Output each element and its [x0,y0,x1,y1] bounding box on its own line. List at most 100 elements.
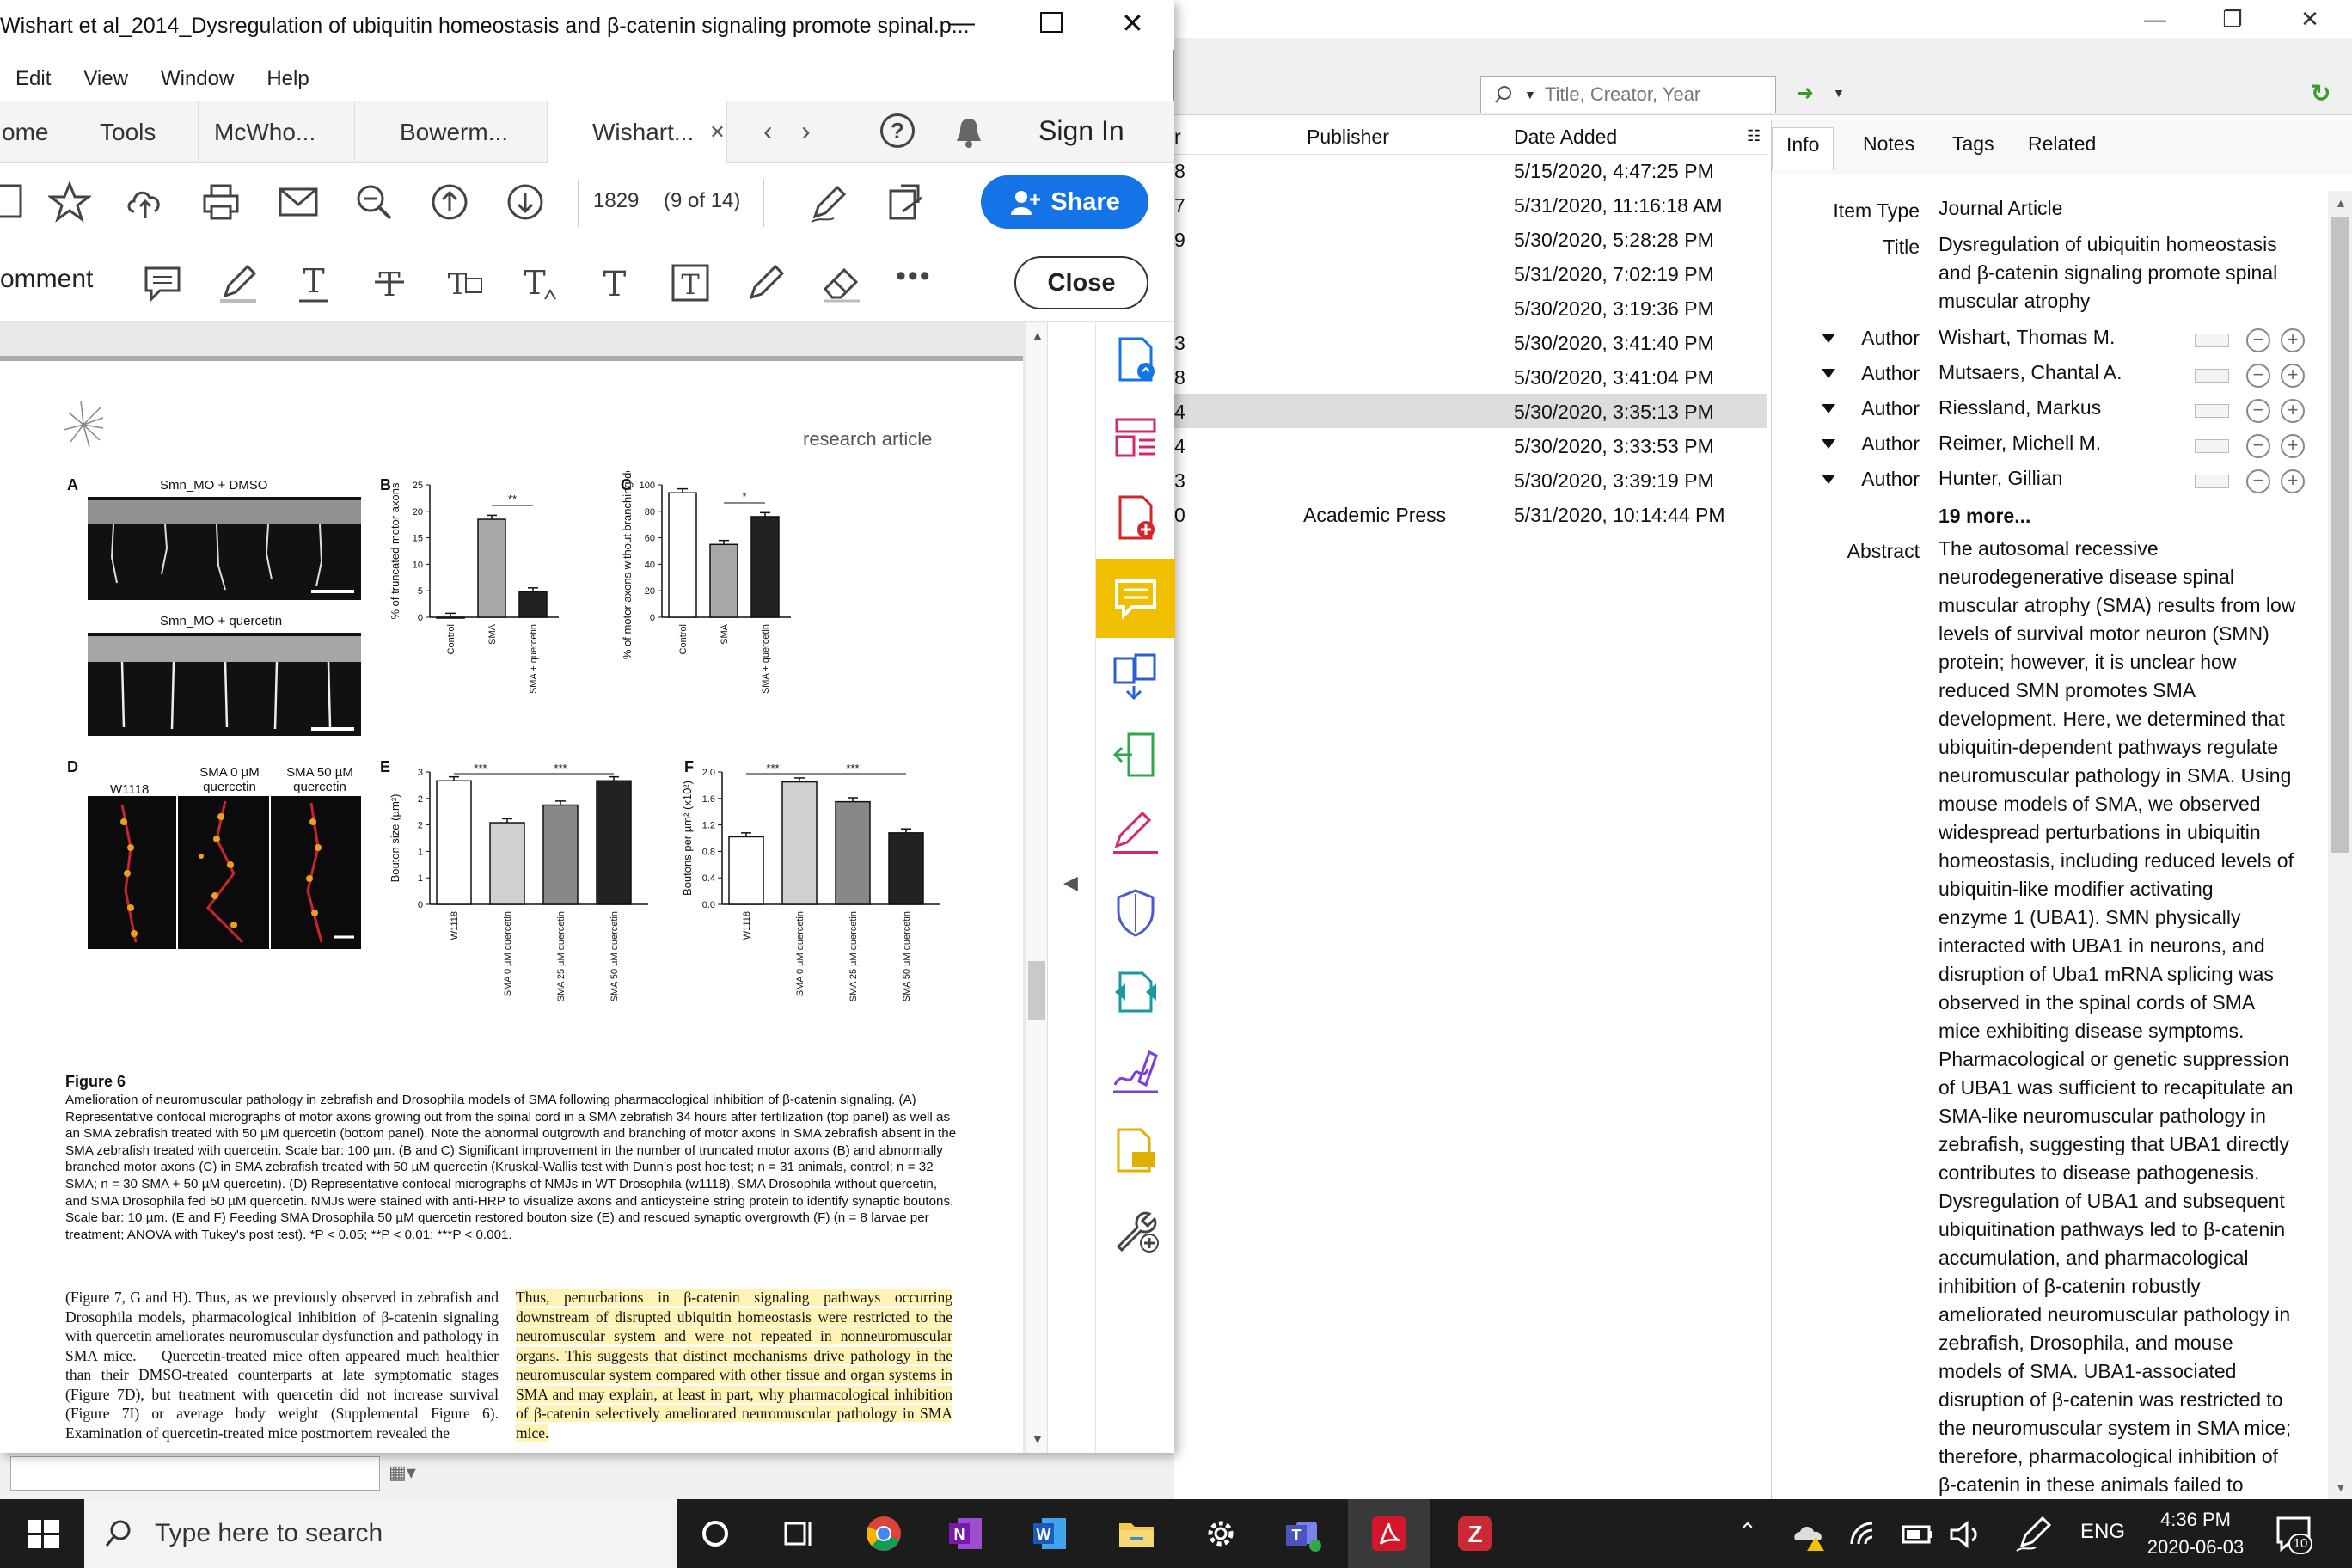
text-box-icon[interactable]: T [669,261,712,304]
scroll-down-icon[interactable]: ▼ [1032,1432,1044,1446]
author-name[interactable]: Mutsaers, Chantal A. [1939,358,2122,387]
field-mode-toggle-icon[interactable] [2195,369,2229,383]
item-type-value[interactable]: Journal Article [1939,194,2062,223]
column-picker-icon[interactable]: ☷ [1747,127,1761,145]
taskbar-search-box[interactable]: Type here to search [84,1499,677,1568]
menu-view[interactable]: View [83,67,128,90]
volume-icon[interactable] [1945,1513,1986,1554]
eraser-icon[interactable] [820,261,863,304]
item-row[interactable]: 0 Academic Press 5/31/2020, 10:14:44 PM [1174,497,1767,531]
comment-tool-active[interactable] [1096,559,1175,638]
teams-icon[interactable]: T [1283,1513,1324,1554]
creator-type-chevron-icon[interactable] [1822,475,1835,484]
show-hidden-icons-chevron[interactable]: ⌃ [1738,1518,1757,1545]
minimize-button[interactable]: — [2116,0,2194,38]
menu-help[interactable]: Help [266,67,309,90]
author-label[interactable]: Author [1841,397,1920,420]
sync-icon[interactable]: ↻ [2311,79,2331,107]
remove-author-icon[interactable]: − [2246,399,2270,423]
page-icon[interactable] [0,181,34,224]
tab-tools[interactable]: Tools [100,101,194,163]
search-input[interactable]: ▼ Title, Creator, Year [1480,76,1776,113]
author-label[interactable]: Author [1841,327,1920,350]
underline-text-icon[interactable]: T [292,261,335,304]
item-row[interactable]: 4 5/30/2020, 3:33:53 PM [1174,428,1767,462]
author-name[interactable]: Reimer, Michell M. [1939,429,2101,457]
item-row[interactable]: 5/30/2020, 3:19:36 PM [1174,291,1767,325]
item-row[interactable]: 8 5/15/2020, 4:47:25 PM [1174,153,1767,187]
author-name[interactable]: Hunter, Gillian [1939,464,2062,493]
close-window-button[interactable]: ✕ [2271,0,2349,38]
bookmark-star-icon[interactable] [48,181,91,224]
field-mode-toggle-icon[interactable] [2195,475,2229,488]
search-mode-dropdown-icon[interactable]: ▼ [1524,88,1536,101]
remove-author-icon[interactable]: − [2246,469,2270,493]
page-down-icon[interactable] [504,181,547,224]
language-indicator[interactable]: ENG [2080,1520,2125,1544]
close-comment-button[interactable]: Close [1014,256,1148,309]
menu-edit[interactable]: Edit [15,67,51,90]
tab-home[interactable]: ome [0,101,86,163]
request-signature-icon[interactable] [1108,1044,1163,1099]
column-partial[interactable]: r [1174,126,1181,149]
remove-author-icon[interactable]: − [2246,434,2270,458]
more-authors-link[interactable]: 19 more... [1939,502,2030,530]
page-number-input[interactable]: 1829 [593,189,639,213]
onedrive-warning-icon[interactable] [1790,1513,1831,1554]
upload-cloud-icon[interactable] [124,181,167,224]
chrome-icon[interactable] [863,1513,904,1554]
zotero-icon[interactable]: Z [1455,1513,1496,1554]
author-label[interactable]: Author [1841,432,1920,456]
tab-info[interactable]: Info [1772,127,1834,170]
close-window-button[interactable]: ✕ [1121,7,1144,40]
export-pages-icon[interactable] [1108,727,1163,782]
insert-text-icon[interactable]: T [518,261,560,304]
restore-button[interactable]: ❐ [2194,0,2271,38]
wifi-icon[interactable] [1845,1513,1886,1554]
organize-pages-icon[interactable] [1108,411,1163,466]
email-icon[interactable] [277,181,320,224]
scroll-down-icon[interactable]: ▼ [2335,1480,2347,1494]
add-pdf-icon[interactable] [1108,490,1163,545]
tab-tags[interactable]: Tags [1939,132,2008,175]
item-row[interactable]: 8 5/30/2020, 3:41:04 PM [1174,359,1767,394]
tag-selector-actions-icon[interactable]: ▦▾ [389,1461,416,1484]
add-author-icon[interactable]: + [2281,469,2305,493]
cortana-icon[interactable] [695,1513,736,1554]
title-value[interactable]: Dysregulation of ubiquitin homeostasis an… [1939,230,2343,315]
create-pdf-icon[interactable] [1108,332,1163,387]
author-name[interactable]: Riessland, Markus [1939,394,2101,422]
add-author-icon[interactable]: + [2281,328,2305,352]
item-row[interactable]: 3 5/30/2020, 3:41:40 PM [1174,325,1767,359]
add-author-icon[interactable]: + [2281,364,2305,388]
tab-bowerm[interactable]: Bowerm... [354,101,543,163]
combine-files-icon[interactable] [1108,648,1163,703]
share-button[interactable]: Share [981,175,1148,229]
zoom-icon[interactable] [352,181,395,224]
field-mode-toggle-icon[interactable] [2195,404,2229,418]
taskbar-clock[interactable]: 4:36 PM 2020-06-03 [2135,1506,2256,1561]
strikethrough-icon[interactable]: T [368,261,411,304]
document-scrollbar[interactable]: ▲ ▼ [1026,322,1047,1453]
chevron-down-icon[interactable]: ▼ [1833,86,1845,100]
page-up-icon[interactable] [428,181,471,224]
maximize-button[interactable] [1040,12,1063,33]
tab-related[interactable]: Related [2014,132,2110,175]
word-icon[interactable]: W [1030,1513,1071,1554]
tab-mcwho[interactable]: McWho... [198,101,352,163]
more-tools-icon[interactable]: ••• [896,260,932,293]
column-date-added[interactable]: Date Added [1514,126,1617,149]
remove-author-icon[interactable]: − [2246,328,2270,352]
fill-sign-pen-icon[interactable] [808,182,851,225]
scrollbar-thumb[interactable] [2331,217,2349,853]
tab-wishart[interactable]: Wishart... ✕ [547,101,727,163]
item-row[interactable]: 7 5/31/2020, 11:16:18 AM [1174,187,1767,222]
pencil-draw-icon[interactable] [744,261,787,304]
column-publisher[interactable]: Publisher [1307,126,1389,149]
task-view-icon[interactable] [777,1513,818,1554]
item-row[interactable]: 5/31/2020, 7:02:19 PM [1174,256,1767,291]
add-author-icon[interactable]: + [2281,399,2305,423]
document-scroll-thumb[interactable] [1028,961,1045,1020]
export-pdf-icon[interactable] [884,181,927,224]
remove-author-icon[interactable]: − [2246,364,2270,388]
